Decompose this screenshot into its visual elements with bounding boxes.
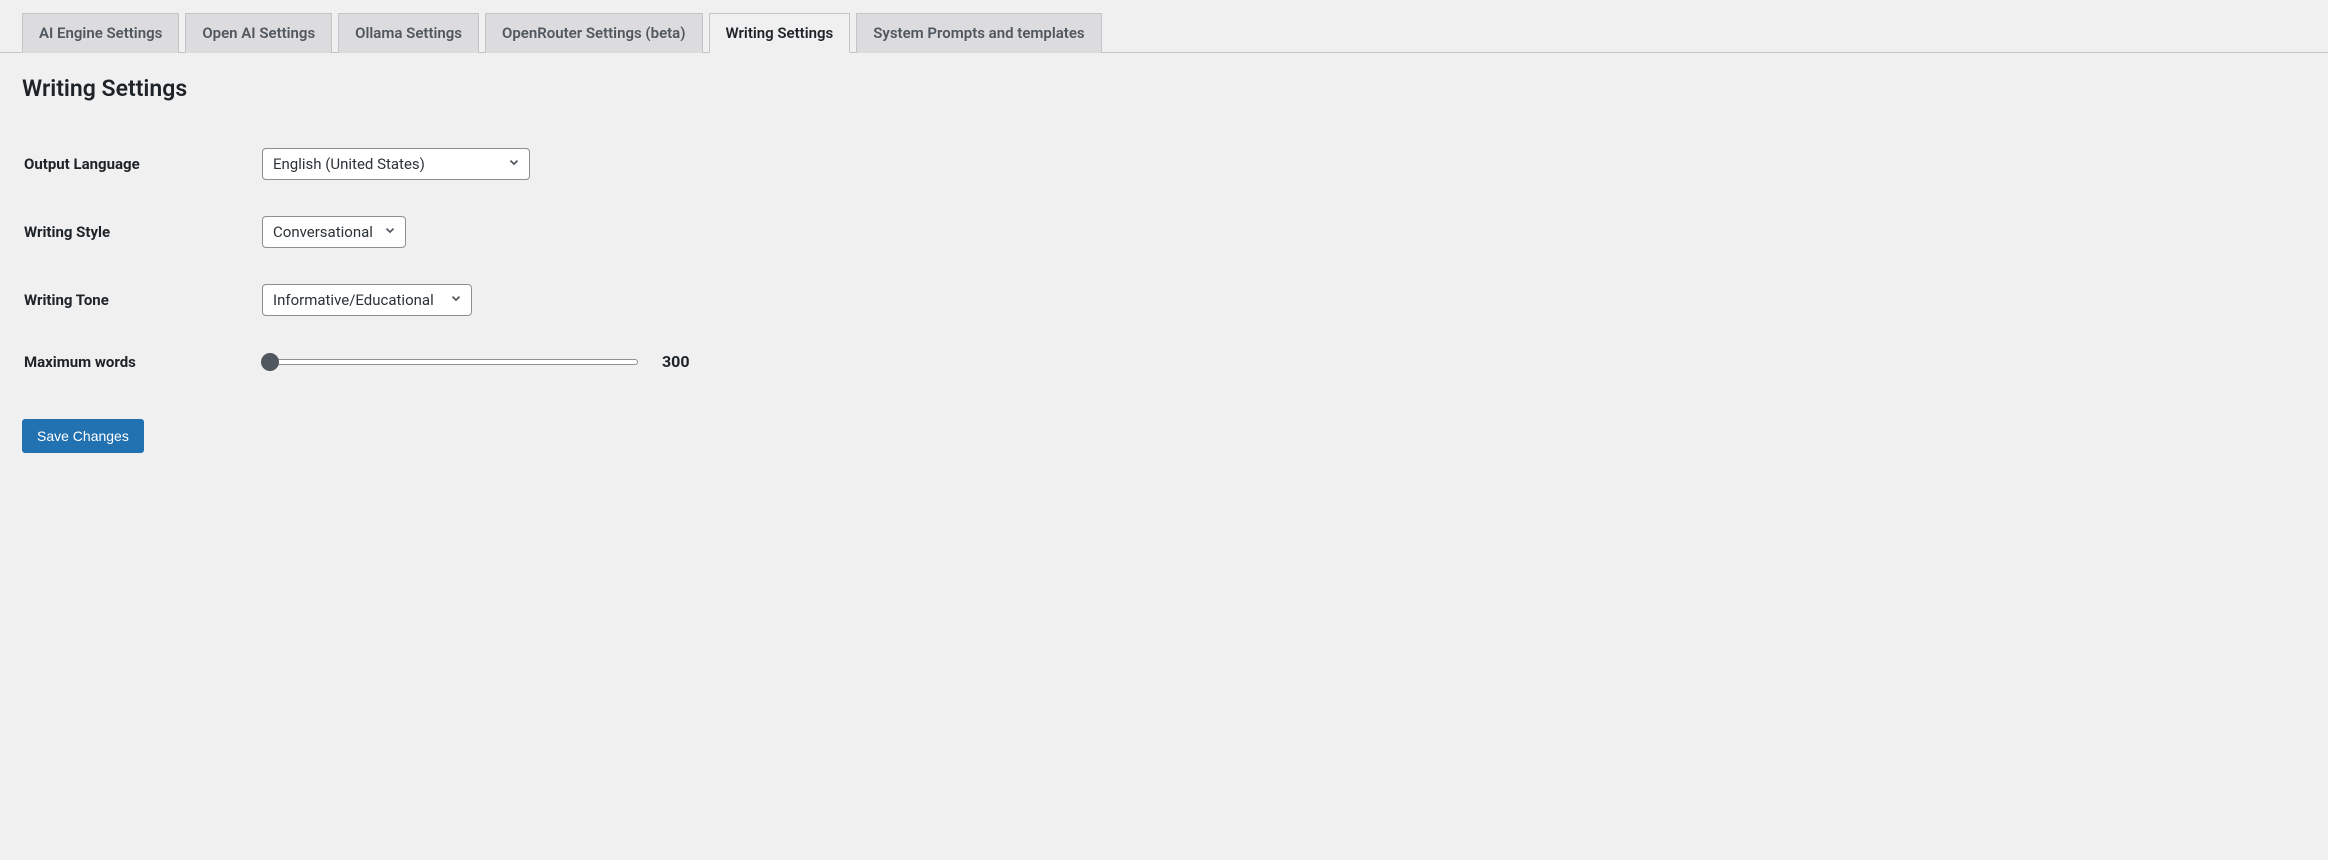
tab-open-ai-settings[interactable]: Open AI Settings xyxy=(185,13,332,53)
tab-ai-engine-settings[interactable]: AI Engine Settings xyxy=(22,13,179,53)
tab-ollama-settings[interactable]: Ollama Settings xyxy=(338,13,479,53)
slider-thumb[interactable] xyxy=(261,353,279,371)
select-writing-style-value: Conversational xyxy=(273,223,373,241)
control-maximum-words: 300 xyxy=(262,352,2306,371)
select-output-language[interactable]: English (United States) xyxy=(262,148,530,180)
label-output-language: Output Language xyxy=(22,155,262,173)
control-output-language: English (United States) xyxy=(262,148,2306,180)
chevron-down-icon xyxy=(383,223,397,241)
chevron-down-icon xyxy=(449,291,463,309)
row-writing-tone: Writing Tone Informative/Educational xyxy=(22,266,2306,334)
page-title: Writing Settings xyxy=(22,75,2306,102)
tab-writing-settings[interactable]: Writing Settings xyxy=(709,13,851,53)
label-writing-tone: Writing Tone xyxy=(22,291,262,309)
select-writing-tone[interactable]: Informative/Educational xyxy=(262,284,472,316)
select-writing-style[interactable]: Conversational xyxy=(262,216,406,248)
row-output-language: Output Language English (United States) xyxy=(22,130,2306,198)
tab-openrouter-settings[interactable]: OpenRouter Settings (beta) xyxy=(485,13,703,53)
label-writing-style: Writing Style xyxy=(22,223,262,241)
row-maximum-words: Maximum words 300 xyxy=(22,334,2306,389)
save-button[interactable]: Save Changes xyxy=(22,419,144,453)
slider-maximum-words-wrap: 300 xyxy=(262,352,690,371)
settings-form: Output Language English (United States) … xyxy=(22,130,2306,389)
label-maximum-words: Maximum words xyxy=(22,353,262,371)
slider-maximum-words[interactable] xyxy=(262,359,638,365)
settings-content: Writing Settings Output Language English… xyxy=(0,53,2328,475)
settings-tabs: AI Engine Settings Open AI Settings Olla… xyxy=(0,0,2328,53)
control-writing-style: Conversational xyxy=(262,216,2306,248)
slider-maximum-words-value: 300 xyxy=(662,352,690,371)
chevron-down-icon xyxy=(507,155,521,173)
tab-system-prompts[interactable]: System Prompts and templates xyxy=(856,13,1101,53)
select-output-language-value: English (United States) xyxy=(273,155,425,173)
control-writing-tone: Informative/Educational xyxy=(262,284,2306,316)
row-writing-style: Writing Style Conversational xyxy=(22,198,2306,266)
select-writing-tone-value: Informative/Educational xyxy=(273,291,434,309)
